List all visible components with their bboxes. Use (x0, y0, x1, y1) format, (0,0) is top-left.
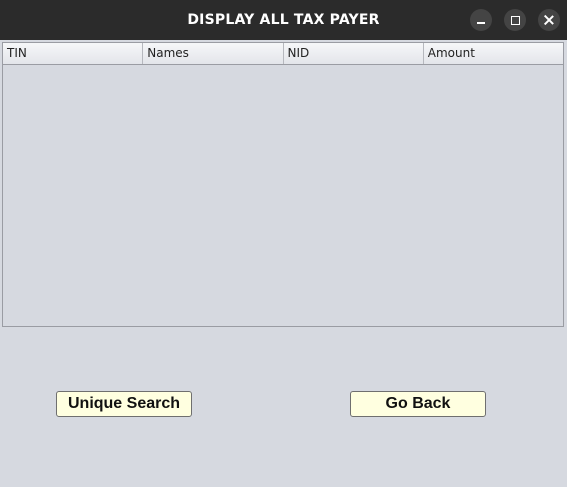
table-body[interactable] (3, 65, 563, 326)
unique-search-button[interactable]: Unique Search (56, 391, 192, 417)
close-icon (544, 15, 554, 25)
minimize-button[interactable] (470, 9, 492, 31)
taxpayer-table[interactable]: TIN Names NID Amount (2, 42, 564, 327)
titlebar[interactable]: DISPLAY ALL TAX PAYER (0, 0, 567, 40)
column-header-tin[interactable]: TIN (3, 43, 144, 64)
close-button[interactable] (538, 9, 560, 31)
go-back-button[interactable]: Go Back (350, 391, 486, 417)
column-header-names[interactable]: Names (143, 43, 284, 64)
maximize-icon (510, 15, 520, 25)
column-header-nid[interactable]: NID (284, 43, 424, 64)
column-header-amount[interactable]: Amount (424, 43, 563, 64)
minimize-icon (477, 22, 485, 24)
main-window: DISPLAY ALL TAX PAYER TIN Names NID Amou… (0, 0, 567, 487)
table-header: TIN Names NID Amount (3, 43, 563, 65)
maximize-button[interactable] (504, 9, 526, 31)
